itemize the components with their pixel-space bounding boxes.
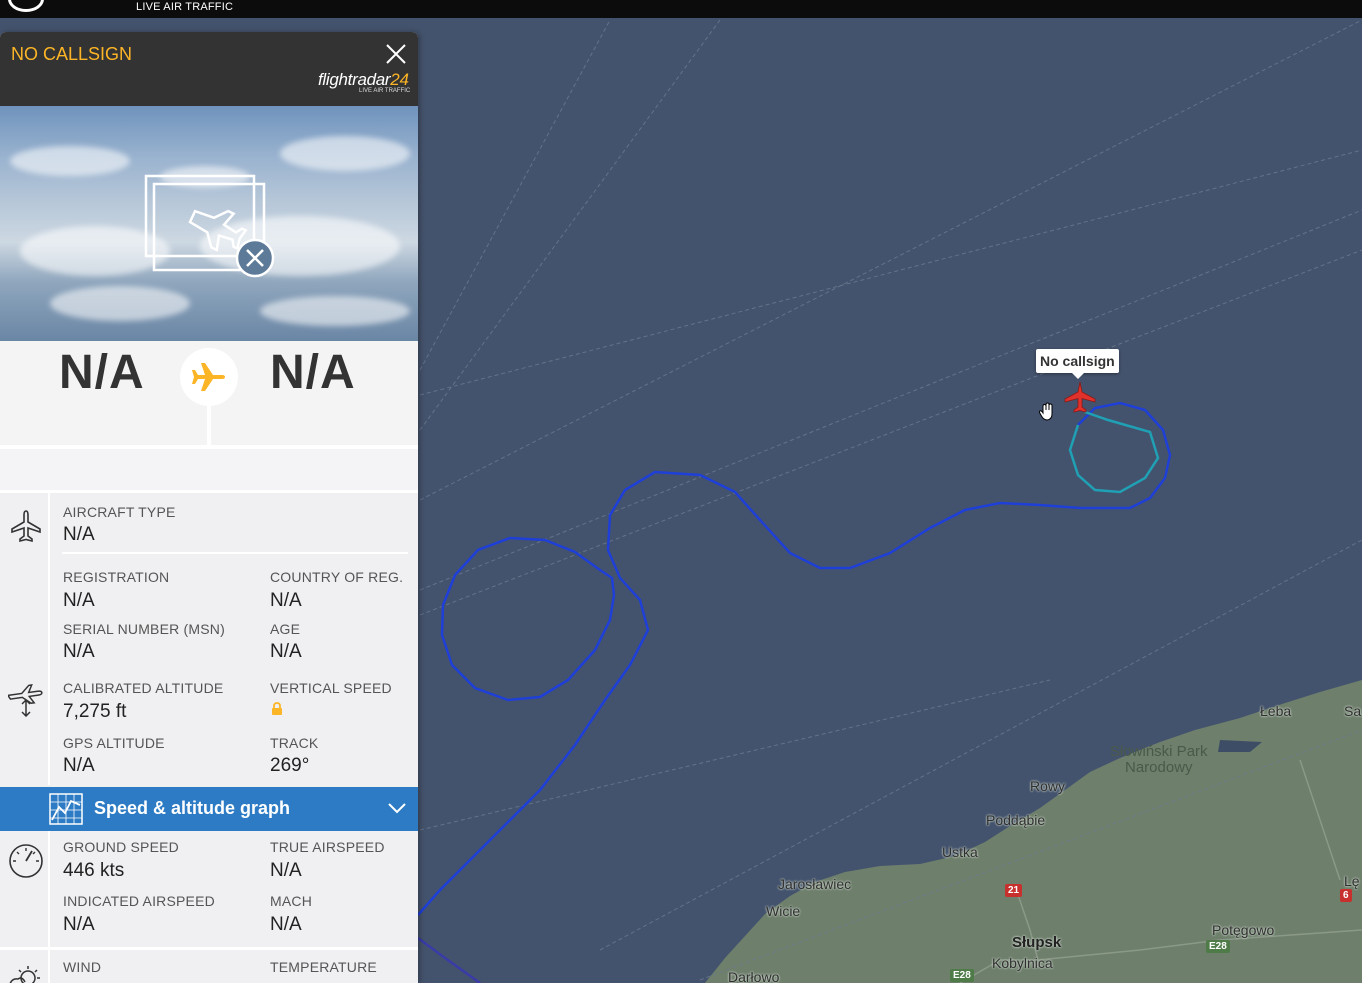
- brand-number: 24: [390, 70, 409, 89]
- road-6-badge: 6: [1340, 889, 1352, 902]
- lock-icon[interactable]: [271, 702, 283, 716]
- road-21-badge: 21: [1005, 884, 1023, 897]
- place-le: Lę: [1344, 873, 1360, 889]
- aircraft-type-value: N/A: [63, 524, 95, 545]
- speed-info-section: GROUND SPEED 446 kts TRUE AIRSPEED N/A I…: [0, 831, 418, 947]
- indicated-airspeed-value: N/A: [63, 914, 95, 935]
- ground-speed-value: 446 kts: [63, 860, 125, 881]
- route-plane-badge: [180, 348, 238, 406]
- aircraft-info-section: AIRCRAFT TYPE N/A REGISTRATION N/A COUNT…: [0, 493, 418, 785]
- road-e28-badge: E28: [1206, 940, 1230, 953]
- panel-header: NO CALLSIGN flightradar24 LIVE AIR TRAFF…: [0, 32, 418, 106]
- aircraft-tooltip: No callsign: [1036, 349, 1119, 379]
- flight-track-recent: [1068, 410, 1160, 494]
- serial-value: N/A: [63, 641, 95, 662]
- place-darlowo: Darłowo: [728, 969, 780, 983]
- age-label: AGE: [270, 621, 301, 637]
- brand-subtitle: LIVE AIR TRAFFIC: [359, 88, 411, 94]
- place-jaroslawiec: Jarosławiec: [778, 876, 852, 892]
- flight-progress-area: [0, 449, 418, 490]
- indicated-airspeed-label: INDICATED AIRSPEED: [63, 893, 215, 909]
- track-value: 269°: [270, 755, 310, 776]
- aircraft-photo[interactable]: [0, 106, 418, 341]
- brand-logo: flightradar24: [318, 70, 409, 90]
- track-label: TRACK: [270, 735, 319, 751]
- destination-airport[interactable]: N/A: [270, 345, 356, 400]
- logo-subtitle: LIVE AIR TRAFFIC: [136, 1, 234, 13]
- country-label: COUNTRY OF REG.: [270, 569, 404, 585]
- registration-label: REGISTRATION: [63, 569, 170, 585]
- vertical-speed-label: VERTICAL SPEED: [270, 680, 392, 696]
- gps-altitude-value: N/A: [63, 755, 95, 776]
- calibrated-altitude-value: 7,275 ft: [63, 701, 127, 722]
- road-e28-badge-2: E28: [950, 969, 974, 982]
- app-logo-icon[interactable]: [8, 0, 44, 12]
- altitude-icon: [8, 684, 43, 717]
- flight-details-panel: NO CALLSIGN flightradar24 LIVE AIR TRAFF…: [0, 32, 418, 983]
- place-wicie: Wicie: [766, 903, 801, 919]
- route-section: N/A N/A: [0, 341, 418, 447]
- airplane-icon: [192, 363, 225, 391]
- temperature-label: TEMPERATURE: [270, 959, 377, 975]
- graph-bar-label: Speed & altitude graph: [94, 798, 291, 818]
- brand-name: flightradar: [318, 70, 391, 89]
- origin-airport[interactable]: N/A: [59, 345, 145, 400]
- serial-label: SERIAL NUMBER (MSN): [63, 621, 225, 637]
- wind-label: WIND: [63, 959, 102, 975]
- country-value: N/A: [270, 590, 302, 611]
- weather-icon: [9, 966, 40, 983]
- aircraft-type-icon: [11, 510, 41, 543]
- place-rowy: Rowy: [1030, 778, 1066, 794]
- weather-info-section: WIND TEMPERATURE: [0, 950, 418, 983]
- place-potegowo: Potęgowo: [1212, 922, 1275, 938]
- graph-icon: [49, 793, 83, 825]
- true-airspeed-value: N/A: [270, 860, 302, 881]
- mach-value: N/A: [270, 914, 302, 935]
- registration-value: N/A: [63, 590, 95, 611]
- gps-altitude-label: GPS ALTITUDE: [63, 735, 165, 751]
- place-leba: Łeba: [1260, 703, 1292, 719]
- callsign-title: NO CALLSIGN: [11, 44, 133, 64]
- divider-line: [62, 552, 408, 554]
- place-kobylnica: Kobylnica: [992, 955, 1053, 971]
- chevron-down-icon: [388, 803, 406, 814]
- no-image-icon: [144, 174, 275, 278]
- hand-cursor-icon: [1038, 402, 1053, 421]
- place-slowinski-park: Słowiński Park Narodowy: [1110, 744, 1208, 776]
- place-ustka: Ustka: [942, 844, 978, 860]
- park-line-2: Narodowy: [1125, 759, 1193, 776]
- top-bar: LIVE AIR TRAFFIC: [0, 0, 1362, 18]
- close-icon[interactable]: [383, 41, 409, 67]
- flight-track-loop: [440, 536, 616, 702]
- mach-label: MACH: [270, 893, 313, 909]
- true-airspeed-label: TRUE AIRSPEED: [270, 839, 385, 855]
- calibrated-altitude-label: CALIBRATED ALTITUDE: [63, 680, 224, 696]
- speed-altitude-graph-toggle[interactable]: Speed & altitude graph: [0, 787, 418, 831]
- place-sa: Sa: [1344, 703, 1362, 719]
- age-value: N/A: [270, 641, 302, 662]
- aircraft-type-label: AIRCRAFT TYPE: [63, 504, 176, 520]
- aircraft-marker-icon[interactable]: [1062, 380, 1098, 416]
- park-line-1: Słowiński Park: [1110, 743, 1208, 760]
- ground-speed-label: GROUND SPEED: [63, 839, 179, 855]
- place-slupsk: Słupsk: [1012, 934, 1062, 951]
- route-connector: [207, 406, 211, 446]
- speedometer-icon: [9, 844, 43, 878]
- place-poddabie: Poddąbie: [986, 812, 1046, 828]
